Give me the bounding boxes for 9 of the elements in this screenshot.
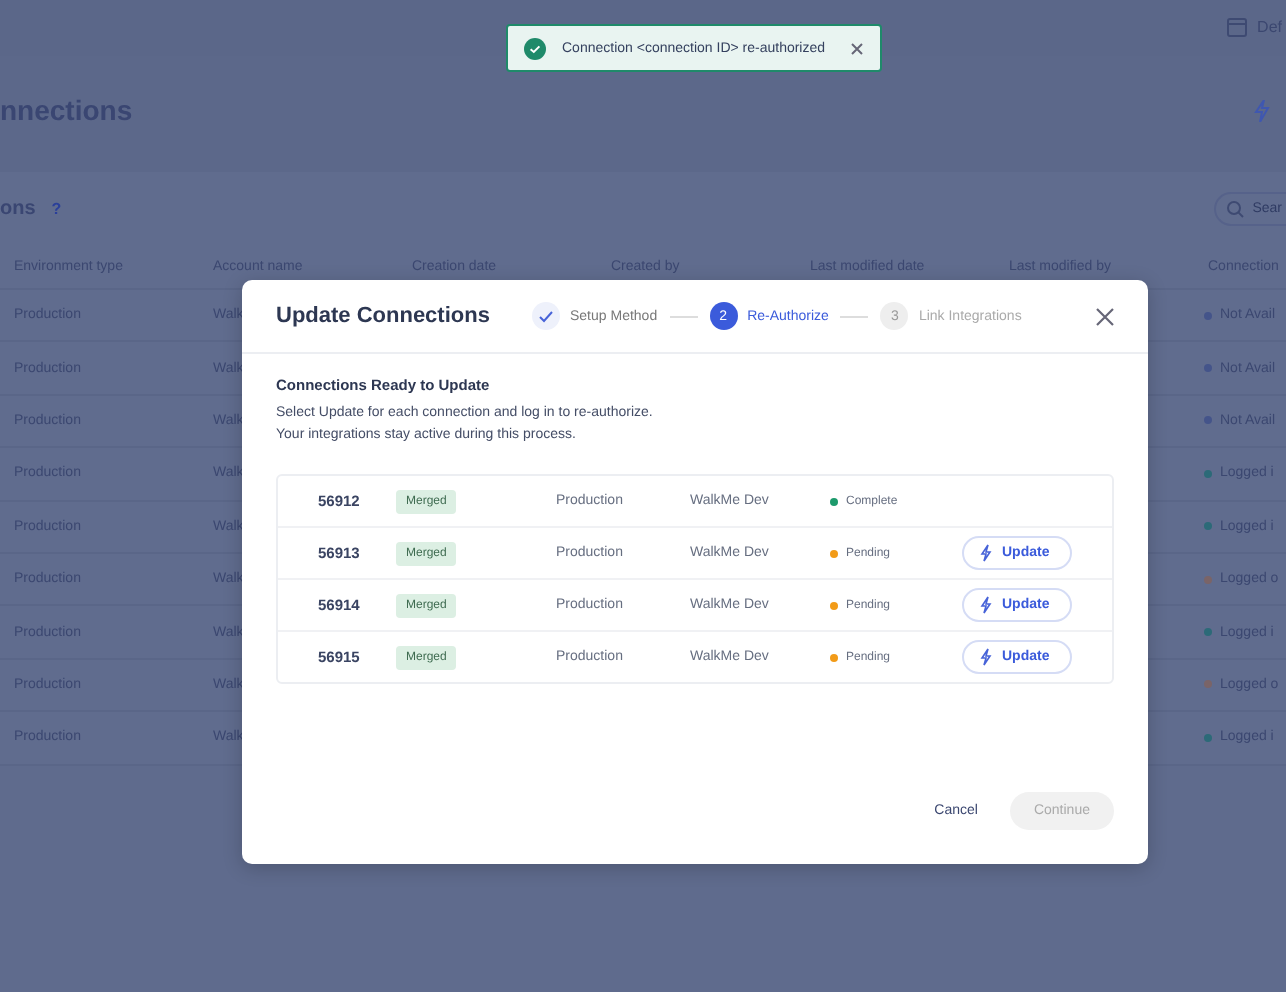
lightning-icon bbox=[980, 648, 992, 666]
lightning-icon bbox=[980, 596, 992, 614]
search-icon bbox=[1226, 199, 1245, 217]
close-icon[interactable] bbox=[1096, 307, 1114, 325]
calendar-icon bbox=[1225, 15, 1248, 37]
close-icon[interactable] bbox=[850, 41, 864, 55]
check-circle-icon bbox=[524, 37, 546, 59]
lightning-icon bbox=[980, 544, 992, 562]
dialog-title: Update Connections bbox=[276, 304, 492, 328]
